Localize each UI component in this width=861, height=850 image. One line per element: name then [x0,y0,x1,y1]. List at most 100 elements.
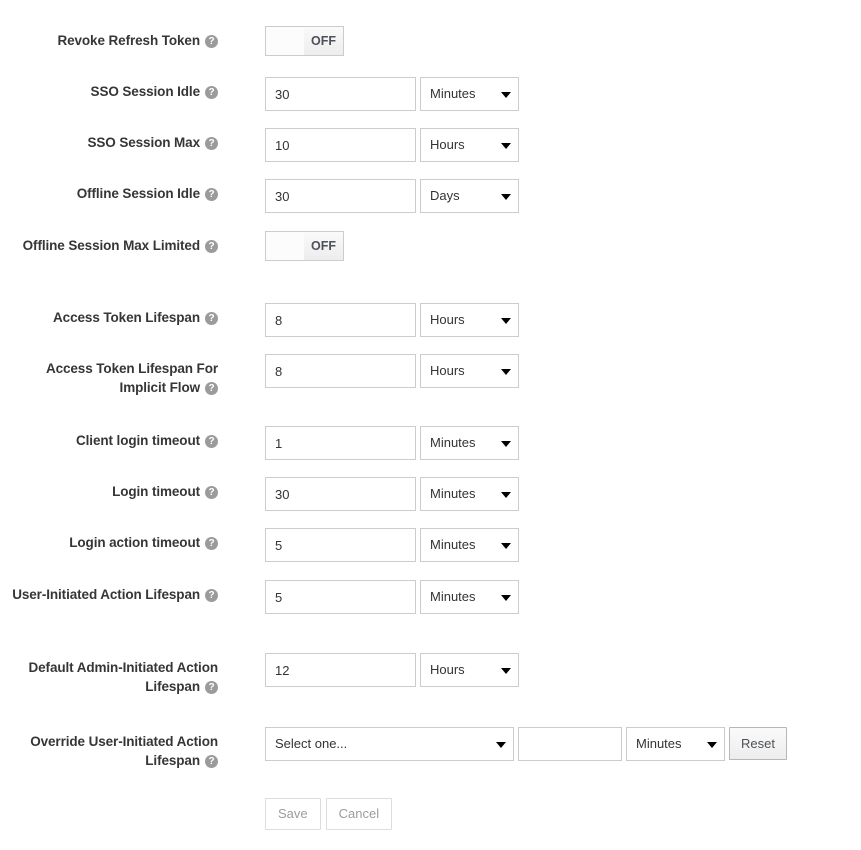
help-icon[interactable]: ? [205,486,218,499]
help-icon[interactable]: ? [205,188,218,201]
toggle-offline-session-max-limited[interactable]: OFF [265,231,344,261]
select-value: Hours [420,303,519,337]
label-sso-session-max: SSO Session Max? [0,128,218,152]
form-row-override-user-initiated-action-lifespan: Override User-Initiated Action Lifespan?… [0,727,861,770]
label-text: SSO Session Idle [91,84,200,99]
access-token-lifespan-unit-select[interactable]: Hours [420,303,519,337]
help-icon[interactable]: ? [205,312,218,325]
client-login-timeout-input[interactable] [265,426,416,460]
sso-session-idle-input[interactable] [265,77,416,111]
label-override-user-initiated-action-lifespan: Override User-Initiated Action Lifespan? [0,727,218,770]
sso-session-max-input[interactable] [265,128,416,162]
offline-session-idle-unit-select[interactable]: Days [420,179,519,213]
login-action-timeout-unit-select[interactable]: Minutes [420,528,519,562]
form-row-offline-session-max-limited: Offline Session Max Limited? OFF [0,231,861,261]
form-row-offline-session-idle: Offline Session Idle? Days [0,179,861,213]
reset-button[interactable]: Reset [729,727,787,760]
label-text: Default Admin-Initiated Action Lifespan [29,660,219,694]
label-login-timeout: Login timeout? [0,477,218,501]
login-action-timeout-input[interactable] [265,528,416,562]
help-icon[interactable]: ? [205,589,218,602]
label-offline-session-idle: Offline Session Idle? [0,179,218,203]
control-offline-session-max-limited: OFF [218,231,861,261]
toggle-state-label: OFF [304,27,343,55]
override-unit-select[interactable]: Minutes [626,727,725,761]
label-access-token-lifespan-implicit-flow: Access Token Lifespan For Implicit Flow? [0,354,218,397]
label-sso-session-idle: SSO Session Idle? [0,77,218,101]
form-row-revoke-refresh-token: Revoke Refresh Token? OFF [0,26,861,56]
control-revoke-refresh-token: OFF [218,26,861,56]
label-default-admin-initiated-action-lifespan: Default Admin-Initiated Action Lifespan? [0,653,218,696]
control-access-token-lifespan-implicit-flow: Hours [218,354,861,388]
label-access-token-lifespan: Access Token Lifespan? [0,303,218,327]
form-row-client-login-timeout: Client login timeout? Minutes [0,426,861,460]
actions-spacer [0,798,218,803]
control-login-action-timeout: Minutes [218,528,861,562]
toggle-revoke-refresh-token[interactable]: OFF [265,26,344,56]
label-text: SSO Session Max [87,135,200,150]
select-value: Hours [420,128,519,162]
label-offline-session-max-limited: Offline Session Max Limited? [0,231,218,255]
user-initiated-action-lifespan-unit-select[interactable]: Minutes [420,580,519,614]
help-icon[interactable]: ? [205,681,218,694]
help-icon[interactable]: ? [205,435,218,448]
label-text: Login timeout [112,484,200,499]
select-value: Minutes [420,426,519,460]
control-login-timeout: Minutes [218,477,861,511]
label-text: Access Token Lifespan For Implicit Flow [46,361,218,395]
access-token-lifespan-implicit-flow-input[interactable] [265,354,416,388]
help-icon[interactable]: ? [205,240,218,253]
label-text: User-Initiated Action Lifespan [12,587,200,602]
label-text: Offline Session Max Limited [23,238,200,253]
toggle-handle [266,27,305,55]
label-revoke-refresh-token: Revoke Refresh Token? [0,26,218,50]
login-timeout-unit-select[interactable]: Minutes [420,477,519,511]
tokens-settings-form: Revoke Refresh Token? OFF SSO Session Id… [0,0,861,850]
override-action-select[interactable]: Select one... [265,727,514,761]
label-client-login-timeout: Client login timeout? [0,426,218,450]
help-icon[interactable]: ? [205,35,218,48]
help-icon[interactable]: ? [205,537,218,550]
access-token-lifespan-implicit-flow-unit-select[interactable]: Hours [420,354,519,388]
select-value: Minutes [420,580,519,614]
offline-session-idle-input[interactable] [265,179,416,213]
client-login-timeout-unit-select[interactable]: Minutes [420,426,519,460]
label-login-action-timeout: Login action timeout? [0,528,218,552]
cancel-button[interactable]: Cancel [326,798,392,830]
toggle-state-label: OFF [304,232,343,260]
help-icon[interactable]: ? [205,382,218,395]
override-lifespan-input[interactable] [518,727,622,761]
control-offline-session-idle: Days [218,179,861,213]
save-button[interactable]: Save [265,798,321,830]
control-sso-session-max: Hours [218,128,861,162]
help-icon[interactable]: ? [205,755,218,768]
help-icon[interactable]: ? [205,137,218,150]
toggle-handle [266,232,305,260]
select-value: Minutes [420,77,519,111]
select-value: Days [420,179,519,213]
default-admin-initiated-action-lifespan-input[interactable] [265,653,416,687]
form-row-sso-session-max: SSO Session Max? Hours [0,128,861,162]
default-admin-initiated-action-lifespan-unit-select[interactable]: Hours [420,653,519,687]
login-timeout-input[interactable] [265,477,416,511]
control-user-initiated-action-lifespan: Minutes [218,580,861,614]
access-token-lifespan-input[interactable] [265,303,416,337]
select-value: Minutes [420,477,519,511]
user-initiated-action-lifespan-input[interactable] [265,580,416,614]
sso-session-max-unit-select[interactable]: Hours [420,128,519,162]
form-row-sso-session-idle: SSO Session Idle? Minutes [0,77,861,111]
label-text: Access Token Lifespan [53,310,200,325]
label-text: Client login timeout [76,433,200,448]
control-sso-session-idle: Minutes [218,77,861,111]
control-access-token-lifespan: Hours [218,303,861,337]
label-text: Login action timeout [69,535,200,550]
form-row-login-action-timeout: Login action timeout? Minutes [0,528,861,562]
select-value: Select one... [265,727,514,761]
select-value: Minutes [626,727,725,761]
sso-session-idle-unit-select[interactable]: Minutes [420,77,519,111]
control-default-admin-initiated-action-lifespan: Hours [218,653,861,687]
label-user-initiated-action-lifespan: User-Initiated Action Lifespan? [0,580,218,604]
select-value: Hours [420,653,519,687]
help-icon[interactable]: ? [205,86,218,99]
form-row-user-initiated-action-lifespan: User-Initiated Action Lifespan? Minutes [0,580,861,614]
